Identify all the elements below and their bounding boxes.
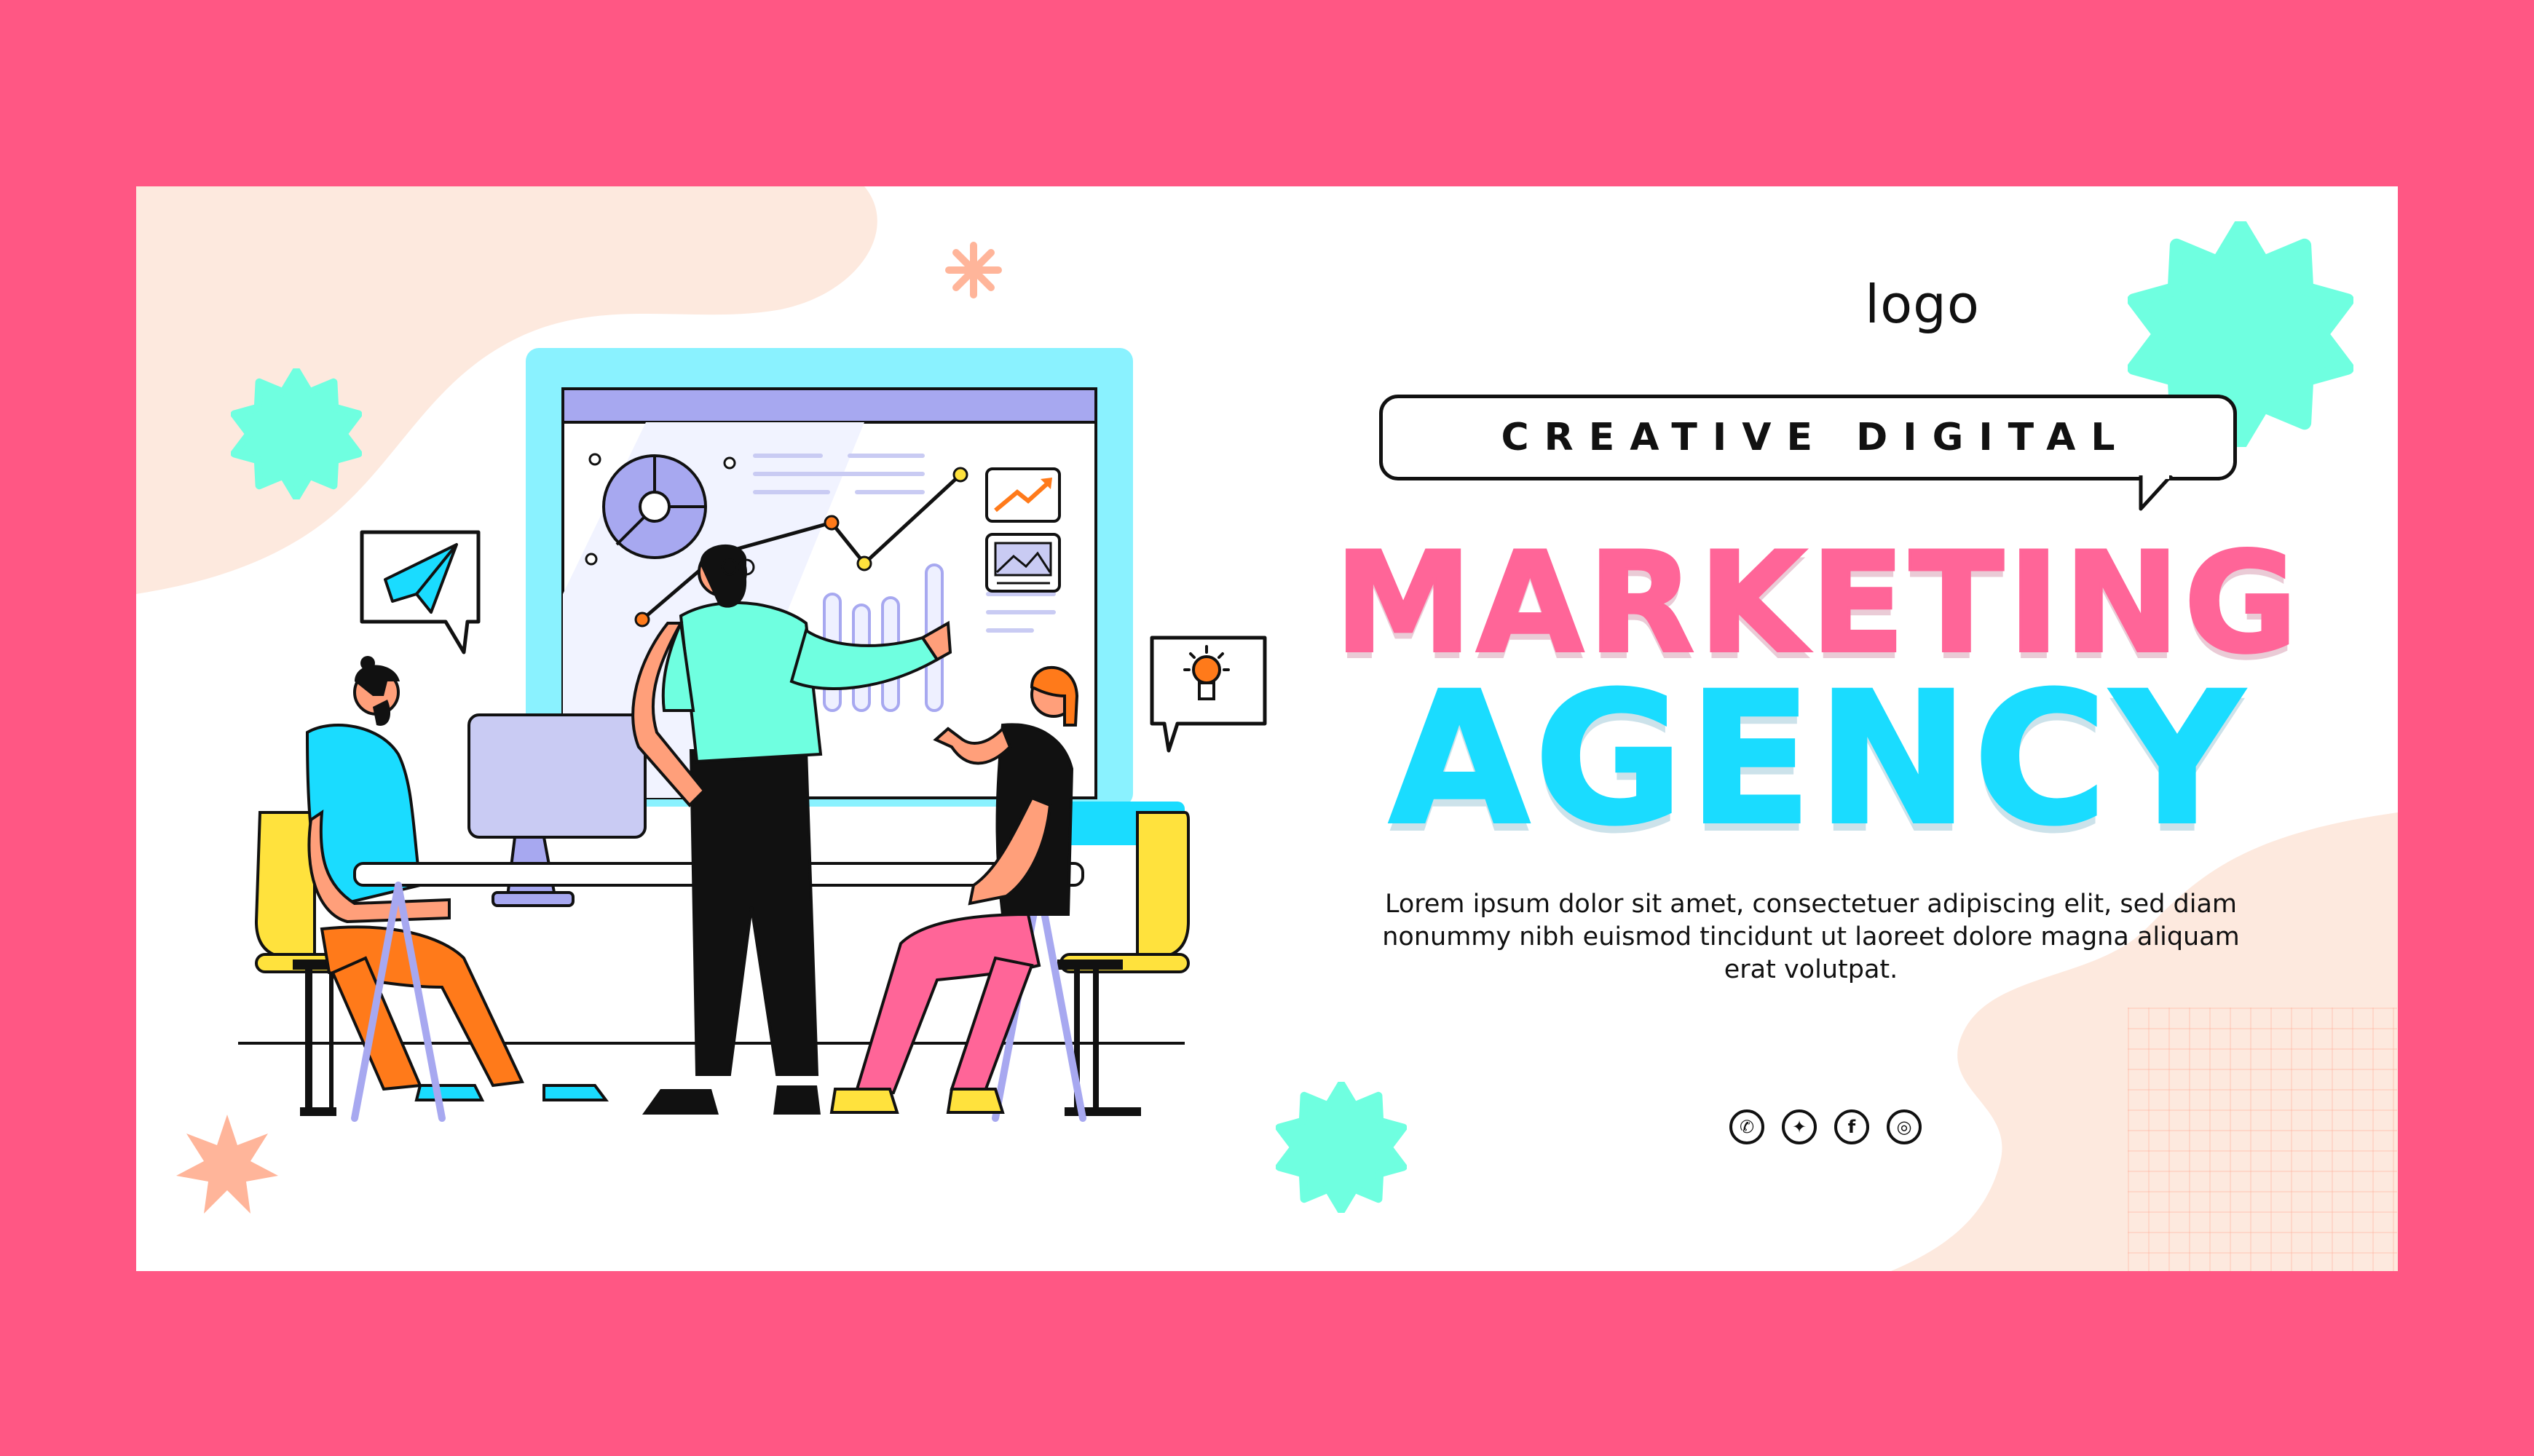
tagline-bubble: CREATIVE DIGITAL [1379,395,2237,480]
twitter-icon[interactable]: ✦ [1782,1109,1817,1144]
tagline-bubble-tail [2139,475,2173,511]
description: Lorem ipsum dolor sit amet, consectetuer… [1382,890,2240,984]
facebook-icon[interactable]: f [1834,1109,1869,1144]
instagram-icon[interactable]: ◎ [1887,1109,1922,1144]
social-links: ✆ ✦ f ◎ [1716,1109,1935,1153]
banner-card: logo CREATIVE DIGITAL MARKETING AGENCY L… [136,186,2398,1271]
headline-marketing: MARKETING [1333,523,2302,684]
whatsapp-icon[interactable]: ✆ [1729,1109,1764,1144]
logo[interactable]: logo [1762,274,2083,335]
tagline: CREATIVE DIGITAL [1501,416,2131,459]
image-icon [985,533,1061,593]
headline-agency: AGENCY [1387,653,2248,865]
trend-up-icon [985,467,1061,523]
grid-pattern [2128,1008,2397,1271]
lightbulb-bubble [1150,636,1267,753]
team-illustration [238,348,1267,1122]
paper-plane-bubble [360,530,481,654]
